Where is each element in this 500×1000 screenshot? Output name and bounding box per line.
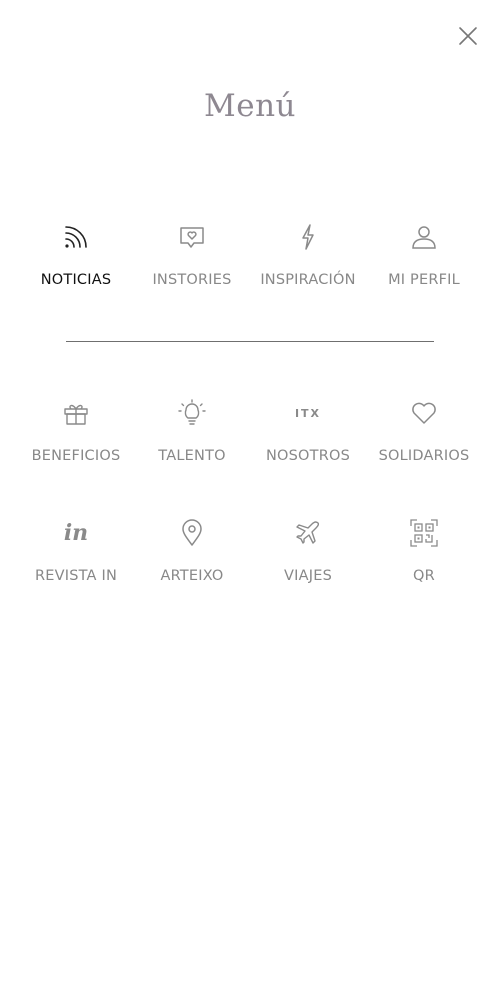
- secondary-menu-row-2: in REVISTA IN ARTEIXO VIAJES QR: [18, 518, 482, 584]
- gift-icon: [61, 398, 91, 428]
- lightning-icon: [293, 222, 323, 252]
- in-logo-text: in: [63, 520, 89, 546]
- rss-icon: [61, 222, 91, 252]
- close-icon: [459, 27, 477, 45]
- menu-item-solidarios[interactable]: SOLIDARIOS: [366, 398, 482, 464]
- menu-item-instories[interactable]: INSTORIES: [134, 222, 250, 288]
- location-pin-icon: [177, 518, 207, 548]
- menu-item-mi-perfil[interactable]: MI PERFIL: [366, 222, 482, 288]
- heart-icon: [409, 398, 439, 428]
- menu-item-label: INSTORIES: [152, 272, 232, 288]
- menu-item-noticias[interactable]: NOTICIAS: [18, 222, 134, 288]
- in-logo-icon: in: [61, 518, 91, 548]
- divider: [66, 341, 434, 342]
- menu-item-qr[interactable]: QR: [366, 518, 482, 584]
- menu-item-viajes[interactable]: VIAJES: [250, 518, 366, 584]
- menu-item-label: SOLIDARIOS: [378, 448, 470, 464]
- menu-item-label: NOTICIAS: [40, 272, 112, 288]
- secondary-menu-row-1: BENEFICIOS TALENTO ITX NOSOTROS SOLIDARI…: [18, 398, 482, 464]
- lightbulb-icon: [177, 398, 207, 428]
- qr-code-icon: [409, 518, 439, 548]
- menu-item-label: NOSOTROS: [265, 448, 351, 464]
- itx-logo-text: ITX: [294, 406, 322, 420]
- menu-item-label: ARTEIXO: [160, 568, 224, 584]
- menu-item-label: QR: [413, 568, 435, 584]
- menu-item-label: TALENTO: [158, 448, 226, 464]
- menu-item-label: REVISTA IN: [34, 568, 118, 584]
- menu-item-label: MI PERFIL: [388, 272, 460, 288]
- menu-item-inspiracion[interactable]: INSPIRACIÓN: [250, 222, 366, 288]
- primary-menu: NOTICIAS INSTORIES INSPIRACIÓN MI PERFIL: [18, 222, 482, 288]
- menu-item-revista-in[interactable]: in REVISTA IN: [18, 518, 134, 584]
- menu-item-talento[interactable]: TALENTO: [134, 398, 250, 464]
- menu-item-beneficios[interactable]: BENEFICIOS: [18, 398, 134, 464]
- itx-logo-icon: ITX: [293, 398, 323, 428]
- user-icon: [409, 222, 439, 252]
- chat-heart-icon: [177, 222, 207, 252]
- menu-item-arteixo[interactable]: ARTEIXO: [134, 518, 250, 584]
- menu-item-label: INSPIRACIÓN: [260, 272, 356, 288]
- close-button[interactable]: [456, 24, 480, 48]
- menu-item-label: VIAJES: [284, 568, 332, 584]
- airplane-icon: [293, 518, 323, 548]
- menu-item-label: BENEFICIOS: [31, 448, 121, 464]
- page-title: Menú: [203, 88, 297, 124]
- menu-item-nosotros[interactable]: ITX NOSOTROS: [250, 398, 366, 465]
